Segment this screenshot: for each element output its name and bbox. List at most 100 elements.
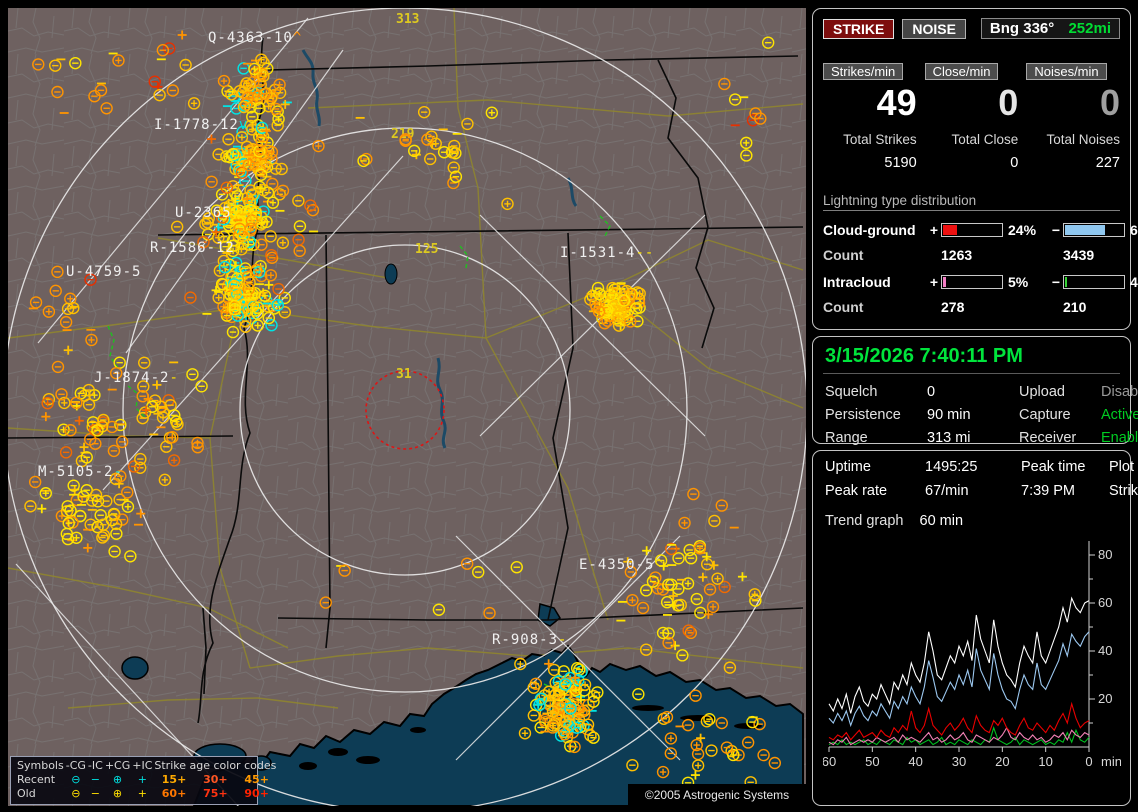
bearing-range: 252mi <box>1068 20 1111 37</box>
age-code: 15+ <box>161 773 187 786</box>
rate-value: 0 <box>1099 82 1120 123</box>
setting-label: Squelch <box>825 384 878 400</box>
distribution-type: Intracloud <box>823 273 891 290</box>
age-code: 30+ <box>203 773 228 786</box>
ic-neg-symbol-icon: − <box>90 787 100 800</box>
negative-count: 210 <box>1063 298 1087 315</box>
trend-graph-label: Trend graph <box>825 513 904 529</box>
ring-distance-label: 31 <box>396 367 412 382</box>
legend-row-label: Old <box>17 787 36 800</box>
settings-panel: 3/15/2026 7:40:11 PM Squelch 0 Upload Disab… <box>812 336 1138 446</box>
legend-col-header: +IC <box>132 759 153 772</box>
trend-graph-value: 60 min <box>919 513 964 529</box>
y-tick-label: 60 <box>1098 595 1112 610</box>
legend-col-header: +CG <box>104 759 131 772</box>
x-tick-label: 10 <box>1038 754 1052 769</box>
status-label: Uptime <box>825 459 871 475</box>
y-tick-label: 40 <box>1098 643 1112 658</box>
storm-cell-label: U-2365- <box>175 205 241 221</box>
status-grid: Uptime 1495:25 Peak time Plot Peak rate 67/mi… <box>823 459 1138 499</box>
negative-bar <box>1063 274 1125 289</box>
distribution-rows: Cloud-ground+24%−66%Count12633439Intracl… <box>823 221 1138 315</box>
positive-percent: 5% <box>1008 273 1029 290</box>
cg-pos-symbol-icon: ⊕ <box>112 787 123 800</box>
x-axis-unit: min <box>1101 754 1121 769</box>
total-value: 0 <box>1010 154 1019 171</box>
negative-percent: 4% <box>1130 273 1138 290</box>
rate-chip: Noises/min <box>1026 63 1107 80</box>
total-value: 227 <box>1095 154 1120 171</box>
storm-cell-label: I-1778-12v <box>154 117 248 133</box>
strike-mode-button[interactable]: STRIKE <box>823 18 895 39</box>
legend-symbols-header: Symbols <box>17 759 64 772</box>
trend-series-total-strike-rate <box>828 596 1090 714</box>
setting-value: Active <box>1101 407 1138 423</box>
bearing-label: Bng 336° <box>989 20 1055 37</box>
copyright-bar: ©2005 Astrogenic Systems <box>628 784 806 806</box>
total-label: Total Strikes <box>843 131 917 147</box>
chart-axes <box>829 541 1090 748</box>
status-label: Peak time <box>1021 459 1086 475</box>
ic-pos-symbol-icon: + <box>137 787 147 800</box>
setting-label: Receiver <box>1019 430 1077 446</box>
storm-cell-label: R-908-3- <box>492 632 567 648</box>
age-code: 90+ <box>244 787 269 800</box>
positive-bar <box>941 274 1003 289</box>
setting-value: 0 <box>927 384 936 400</box>
trend-series-ic-rate <box>828 726 1090 746</box>
noise-mode-button[interactable]: NOISE <box>902 18 966 39</box>
distribution-count-row: Count 278 210 <box>823 299 1120 315</box>
rate-chip: Strikes/min <box>823 63 904 80</box>
legend-row-label: Recent <box>17 773 56 786</box>
setting-label: Range <box>825 430 868 446</box>
setting-label: Persistence <box>825 407 901 423</box>
legend-col-header: -CG <box>65 759 86 772</box>
legend-header-row: Symbols -CG -IC +CG +IC Strike age color co… <box>16 759 277 773</box>
y-tick-label: 80 <box>1098 547 1112 562</box>
status-label: Plot <box>1109 459 1134 475</box>
lightning-map[interactable]: , 31321912531 <box>8 8 806 806</box>
status-label: Peak rate <box>825 483 888 499</box>
age-code: 75+ <box>203 787 228 800</box>
status-value: 7:39 PM <box>1021 483 1075 499</box>
x-tick-label: 20 <box>995 754 1009 769</box>
setting-value: 90 min <box>927 407 971 423</box>
setting-label: Upload <box>1019 384 1065 400</box>
total-label: Total Close <box>951 131 1019 147</box>
storm-cell-label: Q-4363-10^ <box>208 30 302 46</box>
x-tick-label: 50 <box>865 754 879 769</box>
trend-graph-chart: 20 40 60 80 60 50 40 30 20 10 0 min <box>822 541 1122 769</box>
setting-label: Capture <box>1019 407 1071 423</box>
storm-cell-label: E-4350-5^ <box>579 557 664 573</box>
rate-value: 0 <box>998 82 1019 123</box>
plus-sign: + <box>929 273 939 290</box>
cg-neg-symbol-icon: ⊖ <box>71 787 81 800</box>
minus-sign: − <box>1051 273 1061 290</box>
total-value: 5190 <box>884 154 917 171</box>
x-tick-label: 0 <box>1085 754 1092 769</box>
x-tick-label: 60 <box>823 754 836 769</box>
ring-distance-label: 313 <box>396 12 419 27</box>
ic-pos-symbol-icon: + <box>137 773 147 786</box>
ring-distance-label: 125 <box>415 242 438 257</box>
distribution-type: Cloud-ground <box>823 221 916 238</box>
age-code: 60+ <box>161 787 187 800</box>
legend-row: Old ⊖ − ⊕ + 60+ 75+ 90+ <box>16 787 277 801</box>
positive-count: 1263 <box>941 246 973 263</box>
status-value: 67/min <box>925 483 969 499</box>
status-value: Strike <box>1109 483 1138 499</box>
storm-cell-label: R-1586-12 <box>150 240 235 256</box>
legend-col-header: -IC <box>87 759 103 772</box>
legend-age-header: Strike age color codes <box>154 759 277 772</box>
storm-cell-label: U-4759-5 <box>66 264 141 280</box>
trend-graph-row: Trend graph 60 min <box>823 513 1120 529</box>
rate-value: 49 <box>876 82 917 123</box>
setting-value: Disabled <box>1101 384 1138 400</box>
storm-cell-label: M-5105-2- <box>38 464 123 480</box>
count-label: Count <box>823 246 864 263</box>
trend-panel: Uptime 1495:25 Peak time Plot Peak rate 67/mi… <box>812 450 1138 806</box>
distribution-row: Cloud-ground +24%− 66% <box>823 221 1138 238</box>
distribution-title: Lightning type distribution <box>823 193 1120 211</box>
bearing-readout: Bng 336° 252mi <box>980 18 1120 39</box>
distribution-count-row: Count 1263 3439 <box>823 247 1120 263</box>
